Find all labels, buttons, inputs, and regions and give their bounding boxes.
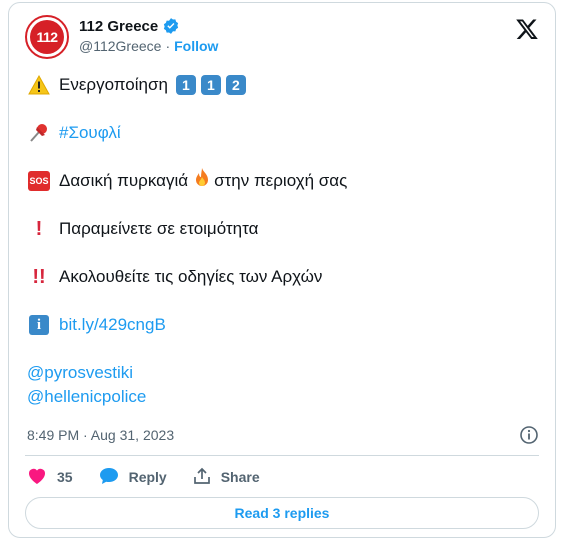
divider: [25, 455, 539, 456]
keycap-1-icon: 1: [175, 75, 196, 95]
follow-button[interactable]: Follow: [174, 38, 218, 54]
handle-row: @112Greece · Follow: [79, 38, 218, 54]
verified-badge-icon: [162, 17, 180, 35]
info-circle-icon[interactable]: [519, 425, 539, 445]
separator-dot: ·: [165, 38, 171, 54]
tweet-meta: 8:49 PM · Aug 31, 2023: [27, 425, 539, 445]
avatar[interactable]: 112: [25, 15, 69, 59]
keycap-1-icon: 1: [200, 75, 221, 95]
mention-pyrosvestiki[interactable]: @pyrosvestiki: [27, 361, 133, 385]
action-bar: 35 Reply Share: [27, 465, 539, 489]
share-button[interactable]: Share: [193, 467, 260, 488]
heart-icon: [27, 467, 47, 488]
info-label: i: [29, 315, 49, 335]
tweet-line-link: i bit.ly/429cngB: [27, 313, 539, 337]
hashtag-link[interactable]: #Σουφλί: [59, 121, 121, 145]
instructions-text: Ακολουθείτε τις οδηγίες των Αρχών: [59, 267, 323, 286]
tweet-line-instructions: !! Ακολουθείτε τις οδηγίες των Αρχών: [27, 265, 539, 289]
tweet-header: 112 112 Greece @112Greece · Follow: [25, 15, 539, 65]
tweet-line-mention-2: @hellenicpolice: [27, 385, 539, 409]
account-identity: 112 Greece @112Greece · Follow: [79, 17, 218, 55]
warning-icon: [27, 74, 51, 96]
tweet-line-activation: Ενεργοποίηση 1 1 2: [27, 73, 539, 97]
sos-label: SOS: [28, 171, 50, 191]
pushpin-icon: [27, 122, 51, 144]
account-name[interactable]: 112 Greece: [79, 18, 158, 35]
speech-bubble-icon: [99, 467, 119, 488]
share-label: Share: [220, 469, 260, 485]
read-replies-label: Read 3 replies: [234, 505, 330, 521]
fire-text-a: Δασική πυρκαγιά: [59, 171, 189, 190]
exclamation-icon: !: [35, 218, 43, 240]
mention-hellenicpolice[interactable]: @hellenicpolice: [27, 385, 146, 409]
avatar-logo: 112: [30, 20, 64, 54]
reply-button[interactable]: Reply: [99, 467, 167, 488]
tweet-line-standby: ! Παραμείνετε σε ετοιμότητα: [27, 217, 539, 241]
timestamp[interactable]: 8:49 PM · Aug 31, 2023: [27, 427, 174, 443]
share-icon: [193, 467, 211, 488]
sos-icon: SOS: [27, 170, 51, 192]
fire-text-b: στην περιοχή σας: [214, 171, 348, 190]
standby-text: Παραμείνετε σε ετοιμότητα: [59, 219, 259, 238]
short-link[interactable]: bit.ly/429cngB: [59, 313, 166, 337]
activation-text: Ενεργοποίηση: [59, 75, 168, 94]
fire-icon: [192, 167, 212, 196]
x-logo-icon[interactable]: [515, 17, 539, 41]
tweet-line-hashtag: #Σουφλί: [27, 121, 539, 145]
tweet-card: 112 112 Greece @112Greece · Follow Ενεργ…: [8, 2, 556, 538]
read-replies-button[interactable]: Read 3 replies: [25, 497, 539, 529]
tweet-line-mention-1: @pyrosvestiki: [27, 361, 539, 385]
tweet-line-fire: SOS Δασική πυρκαγιά στην περιοχή σας: [27, 167, 539, 196]
account-handle[interactable]: @112Greece: [79, 38, 161, 54]
like-count: 35: [57, 469, 73, 485]
keycap-group: 1 1 2: [174, 75, 246, 95]
double-exclamation-icon: !!: [32, 266, 46, 288]
information-icon: i: [27, 314, 51, 336]
tweet-body: Ενεργοποίηση 1 1 2 #Σουφλί SOS Δασική πυ…: [27, 73, 539, 409]
name-row: 112 Greece: [79, 17, 218, 35]
reply-label: Reply: [128, 469, 167, 485]
like-button[interactable]: 35: [27, 467, 73, 488]
keycap-2-icon: 2: [225, 75, 246, 95]
